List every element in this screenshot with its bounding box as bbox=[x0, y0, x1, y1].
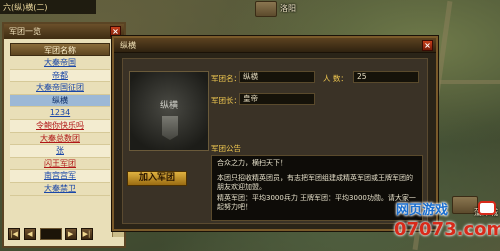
legion-row[interactable]: 大秦总数团 bbox=[10, 133, 110, 146]
watermark-logo-icon bbox=[478, 201, 496, 215]
notice-line: 精英军团：平均3000兵力 王牌军团：平均3000功勋。请大家一起努力吧！ bbox=[217, 193, 416, 212]
leader-value: 皇帝 bbox=[239, 93, 315, 105]
flag-icon bbox=[162, 116, 178, 140]
legion-row[interactable]: 大秦帝国 bbox=[10, 57, 110, 70]
page-input[interactable] bbox=[39, 228, 62, 240]
legion-banner: 纵横 bbox=[129, 71, 209, 151]
legion-name-value: 纵横 bbox=[239, 71, 315, 83]
join-legion-button[interactable]: 加入军团 bbox=[127, 171, 187, 186]
map-city-label: 洛阳 bbox=[280, 4, 296, 13]
map-road bbox=[440, 80, 500, 84]
banner-text: 纵横 bbox=[159, 101, 178, 111]
close-icon[interactable]: × bbox=[422, 40, 433, 51]
prev-page-button[interactable]: ◀ bbox=[23, 228, 36, 240]
legion-row[interactable]: 大秦禁卫 bbox=[10, 183, 110, 196]
legion-detail-dialog: 纵横 × 纵横 加入军团 军团名： 纵横 人 数： 25 军团长： 皇帝 军团公… bbox=[112, 36, 438, 231]
dialog-title: 纵横 bbox=[114, 38, 436, 53]
next-page-button[interactable]: ▶ bbox=[64, 228, 77, 240]
notice-label: 军团公告 bbox=[211, 144, 241, 153]
legion-list: 大秦帝国 帝都 大秦帝国征团 纵横 1234 令鲍你快乐吗 大秦总数团 张 闪王… bbox=[10, 57, 110, 196]
legion-name-label: 军团名： bbox=[211, 74, 241, 83]
legion-row[interactable]: 闪王军团 bbox=[10, 158, 110, 171]
watermark-title: 网页游戏 bbox=[396, 203, 449, 218]
members-label: 人 数： bbox=[323, 74, 348, 83]
leader-label: 军团长： bbox=[211, 96, 241, 105]
status-bar: 六(纵)横(二) bbox=[0, 0, 96, 14]
legion-row-selected[interactable]: 纵横 bbox=[10, 94, 110, 108]
dialog-body: 纵横 加入军团 军团名： 纵横 人 数： 25 军团长： 皇帝 军团公告 合众之… bbox=[122, 58, 428, 224]
legion-row[interactable]: 1234 bbox=[10, 107, 110, 120]
legion-row[interactable]: 南宫宫军 bbox=[10, 170, 110, 183]
map-city-icon[interactable] bbox=[255, 1, 277, 17]
column-header-legion-name: 军团名称 bbox=[10, 43, 110, 56]
members-value: 25 bbox=[353, 71, 419, 83]
notice-line: 合众之力，横扫天下！ bbox=[217, 159, 287, 167]
site-watermark: 网页游戏 07073.com bbox=[392, 199, 500, 249]
legion-row[interactable]: 张 bbox=[10, 145, 110, 158]
watermark-domain: 07073.com bbox=[394, 219, 500, 240]
last-page-button[interactable]: ▶| bbox=[80, 228, 93, 240]
legion-row[interactable]: 帝都 bbox=[10, 69, 110, 83]
pagination: |◀ ◀ ▶ ▶| bbox=[8, 228, 124, 242]
legion-row[interactable]: 令鲍你快乐吗 bbox=[10, 119, 110, 133]
notice-line: 本团只招收精英团员，有志把军团组建成精英军团或王牌军团的朋友欢迎加盟。 bbox=[217, 173, 413, 192]
first-page-button[interactable]: |◀ bbox=[8, 228, 20, 240]
legion-row[interactable]: 大秦帝国征团 bbox=[10, 82, 110, 95]
panel-title: 军团一览 bbox=[4, 24, 124, 39]
legion-list-panel: 军团一览 × 军团名称 大秦帝国 帝都 大秦帝国征团 纵横 1234 令鲍你快乐… bbox=[2, 22, 126, 248]
